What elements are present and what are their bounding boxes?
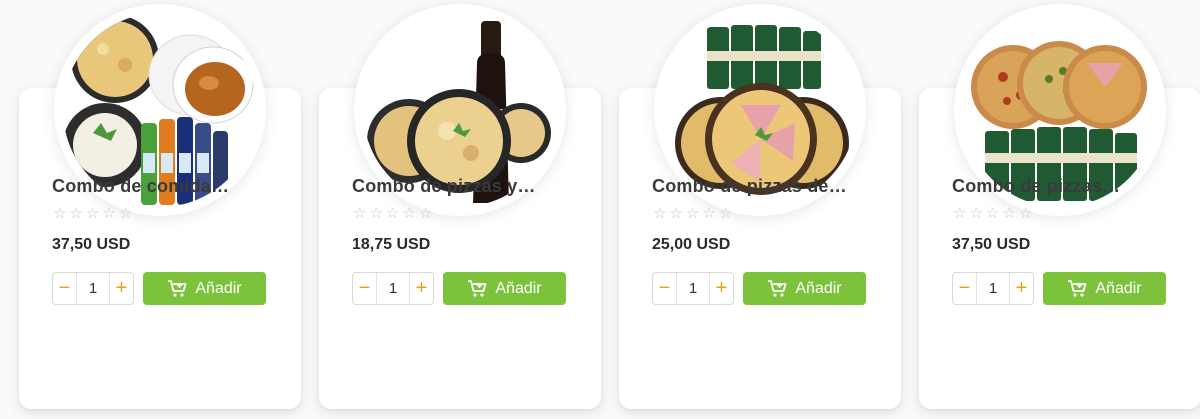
quantity-input[interactable] xyxy=(377,280,409,297)
star-outline-icon[interactable]: ☆ xyxy=(419,206,432,221)
star-outline-icon[interactable]: ☆ xyxy=(719,206,732,221)
star-outline-icon[interactable]: ☆ xyxy=(1019,206,1032,221)
increment-button[interactable]: + xyxy=(709,273,733,304)
add-to-cart-button[interactable]: Añadir xyxy=(443,272,566,305)
decrement-button[interactable]: − xyxy=(53,273,77,304)
star-rating[interactable]: ☆ ☆ ☆ ☆ ☆ xyxy=(653,206,732,221)
decrement-button[interactable]: − xyxy=(353,273,377,304)
quantity-stepper: − + xyxy=(352,272,434,305)
product-title[interactable]: Combo de pizzas… xyxy=(952,176,1120,197)
increment-button[interactable]: + xyxy=(109,273,133,304)
product-price: 25,00 USD xyxy=(652,236,731,253)
star-outline-icon[interactable]: ☆ xyxy=(119,206,132,221)
product-price: 37,50 USD xyxy=(952,236,1031,253)
star-outline-icon[interactable]: ☆ xyxy=(686,206,699,221)
quantity-input[interactable] xyxy=(977,280,1009,297)
star-outline-icon[interactable]: ☆ xyxy=(86,206,99,221)
shopping-cart-icon xyxy=(767,279,787,298)
shopping-cart-icon xyxy=(467,279,487,298)
star-rating[interactable]: ☆ ☆ ☆ ☆ ☆ xyxy=(353,206,432,221)
add-button-label: Añadir xyxy=(495,279,542,297)
shopping-cart-icon xyxy=(167,279,187,298)
add-button-label: Añadir xyxy=(1095,279,1142,297)
add-to-cart-button[interactable]: Añadir xyxy=(1043,272,1166,305)
star-rating[interactable]: ☆ ☆ ☆ ☆ ☆ xyxy=(53,206,132,221)
star-outline-icon[interactable]: ☆ xyxy=(953,206,966,221)
increment-button[interactable]: + xyxy=(1009,273,1033,304)
product-title[interactable]: Combo de pizzas y… xyxy=(352,176,536,197)
star-outline-icon[interactable]: ☆ xyxy=(653,206,666,221)
star-outline-icon[interactable]: ☆ xyxy=(1002,206,1015,221)
star-outline-icon[interactable]: ☆ xyxy=(402,206,415,221)
star-outline-icon[interactable]: ☆ xyxy=(53,206,66,221)
add-button-label: Añadir xyxy=(195,279,242,297)
star-outline-icon[interactable]: ☆ xyxy=(353,206,366,221)
star-rating[interactable]: ☆ ☆ ☆ ☆ ☆ xyxy=(953,206,1032,221)
star-outline-icon[interactable]: ☆ xyxy=(386,206,399,221)
decrement-button[interactable]: − xyxy=(653,273,677,304)
quantity-stepper: − + xyxy=(652,272,734,305)
quantity-input[interactable] xyxy=(677,280,709,297)
add-button-label: Añadir xyxy=(795,279,842,297)
quantity-stepper: − + xyxy=(952,272,1034,305)
star-outline-icon[interactable]: ☆ xyxy=(69,206,82,221)
product-title[interactable]: Combo de pizzas de… xyxy=(652,176,847,197)
star-outline-icon[interactable]: ☆ xyxy=(702,206,715,221)
decrement-button[interactable]: − xyxy=(953,273,977,304)
increment-button[interactable]: + xyxy=(409,273,433,304)
star-outline-icon[interactable]: ☆ xyxy=(969,206,982,221)
product-price: 37,50 USD xyxy=(52,236,131,253)
star-outline-icon[interactable]: ☆ xyxy=(986,206,999,221)
quantity-stepper: − + xyxy=(52,272,134,305)
quantity-input[interactable] xyxy=(77,280,109,297)
add-to-cart-button[interactable]: Añadir xyxy=(743,272,866,305)
star-outline-icon[interactable]: ☆ xyxy=(369,206,382,221)
product-title[interactable]: Combo de comida… xyxy=(52,176,229,197)
product-price: 18,75 USD xyxy=(352,236,431,253)
add-to-cart-button[interactable]: Añadir xyxy=(143,272,266,305)
star-outline-icon[interactable]: ☆ xyxy=(669,206,682,221)
product-grid: Combo de comida… ☆ ☆ ☆ ☆ ☆ 37,50 USD − +… xyxy=(0,0,1200,419)
star-outline-icon[interactable]: ☆ xyxy=(102,206,115,221)
shopping-cart-icon xyxy=(1067,279,1087,298)
